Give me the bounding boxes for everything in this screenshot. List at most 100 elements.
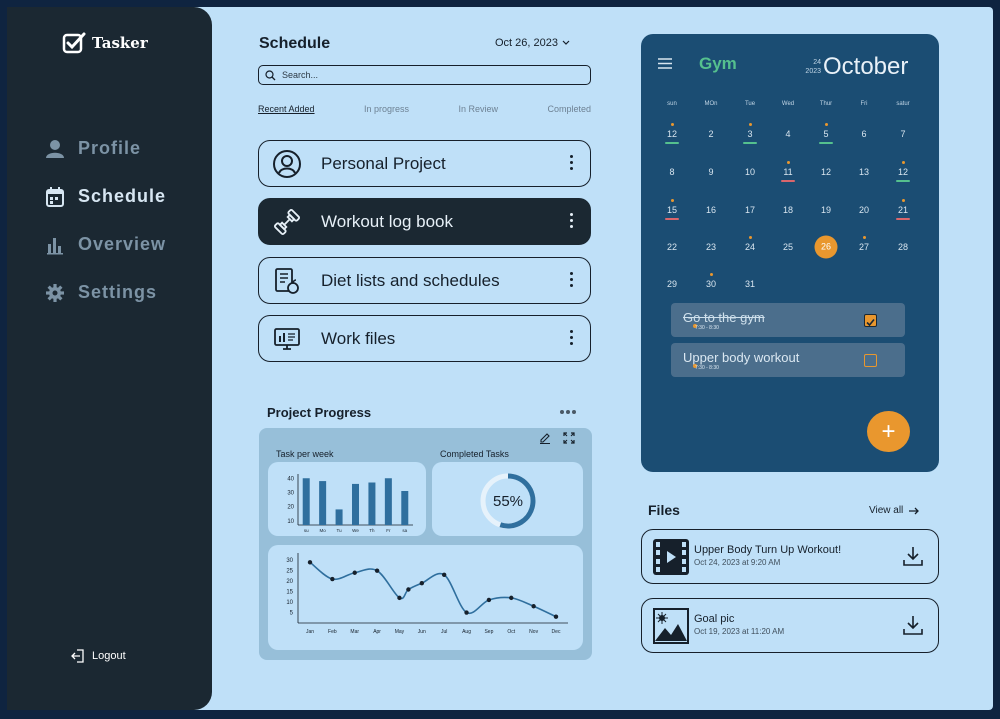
calendar-day-today[interactable]: 26 bbox=[814, 235, 838, 259]
calendar-date-small: 24 2023 bbox=[803, 58, 821, 76]
hamburger-menu-icon[interactable] bbox=[658, 58, 672, 69]
bar bbox=[352, 483, 359, 525]
tab-recent-added[interactable]: Recent Added bbox=[258, 104, 315, 114]
more-horizontal-icon[interactable] bbox=[560, 410, 576, 414]
event-bar bbox=[781, 180, 795, 182]
view-all-link[interactable]: View all bbox=[869, 505, 920, 516]
project-card-diet[interactable]: Diet lists and schedules bbox=[258, 257, 591, 304]
calendar-day[interactable]: 12 bbox=[816, 167, 836, 177]
calendar-day[interactable]: 7 bbox=[893, 129, 913, 139]
calendar-day[interactable]: 31 bbox=[740, 279, 760, 289]
day-number: 15 bbox=[666, 205, 677, 215]
date-picker[interactable]: Oct 26, 2023 bbox=[495, 37, 570, 49]
more-options-icon[interactable] bbox=[568, 155, 574, 170]
search-bar[interactable] bbox=[258, 65, 591, 85]
series-line bbox=[309, 561, 557, 618]
task-item[interactable]: Upper body workout 7:30 - 8:30 bbox=[671, 343, 905, 377]
day-number: 2 bbox=[708, 129, 714, 139]
file-item[interactable]: Upper Body Turn Up Workout! Oct 24, 2023… bbox=[641, 529, 939, 584]
y-tick-label: 20 bbox=[287, 505, 294, 511]
calendar-day[interactable]: 5 bbox=[816, 123, 836, 144]
search-input[interactable] bbox=[282, 70, 572, 80]
sidebar-item-settings[interactable]: Settings bbox=[44, 282, 157, 303]
data-point bbox=[374, 568, 380, 573]
calendar-day[interactable]: 11 bbox=[778, 161, 798, 182]
x-tick-label: Jun bbox=[418, 629, 426, 635]
more-options-icon[interactable] bbox=[568, 330, 574, 345]
calendar-day[interactable]: 22 bbox=[662, 242, 682, 252]
search-icon bbox=[265, 69, 276, 80]
sidebar-item-overview[interactable]: Overview bbox=[44, 234, 166, 255]
expand-icon[interactable] bbox=[563, 432, 575, 444]
calendar-day[interactable]: 19 bbox=[816, 205, 836, 215]
calendar-day[interactable]: 6 bbox=[854, 129, 874, 139]
y-tick-label: 15 bbox=[286, 590, 293, 596]
file-item[interactable]: Goal pic Oct 19, 2023 at 11:20 AM bbox=[641, 598, 939, 653]
event-bar bbox=[665, 142, 679, 144]
calendar-day[interactable]: 12 bbox=[662, 123, 682, 144]
day-small: 24 bbox=[813, 59, 821, 66]
sidebar-item-schedule[interactable]: Schedule bbox=[44, 186, 166, 207]
calendar-day[interactable]: 28 bbox=[893, 242, 913, 252]
edit-icon[interactable] bbox=[539, 432, 551, 444]
calendar-day[interactable]: 2 bbox=[701, 129, 721, 139]
calendar-day[interactable]: 8 bbox=[662, 167, 682, 177]
calendar-day[interactable]: 9 bbox=[701, 167, 721, 177]
sidebar-item-label: Profile bbox=[78, 138, 142, 158]
calendar-day[interactable]: 29 bbox=[662, 279, 682, 289]
more-options-icon[interactable] bbox=[568, 272, 574, 287]
logout-button[interactable]: Logout bbox=[70, 648, 126, 664]
calendar-day[interactable]: 4 bbox=[778, 129, 798, 139]
calendar-day[interactable]: 17 bbox=[740, 205, 760, 215]
data-point bbox=[330, 576, 335, 582]
more-options-icon[interactable] bbox=[568, 213, 574, 228]
calendar-day[interactable]: 10 bbox=[740, 167, 760, 177]
task-checkbox-checked[interactable] bbox=[864, 314, 877, 327]
task-item[interactable]: Go to the gym 7:30 - 8:30 bbox=[671, 303, 905, 337]
event-dot bbox=[709, 273, 713, 276]
calendar-day[interactable]: 13 bbox=[854, 167, 874, 177]
download-icon[interactable] bbox=[902, 614, 924, 636]
calendar-icon bbox=[46, 186, 64, 207]
bar-chart-icon bbox=[47, 237, 63, 254]
sidebar-item-profile[interactable]: Profile bbox=[44, 138, 141, 159]
year-small: 2023 bbox=[805, 68, 821, 75]
calendar-day[interactable]: 20 bbox=[854, 205, 874, 215]
tab-in-progress[interactable]: In progress bbox=[364, 104, 409, 114]
task-checkbox[interactable] bbox=[864, 354, 877, 367]
x-tick-label: Jan bbox=[306, 629, 314, 635]
calendar-day[interactable]: 25 bbox=[778, 242, 798, 252]
calendar-day[interactable]: 23 bbox=[701, 242, 721, 252]
project-card-workout[interactable]: Workout log book bbox=[258, 198, 591, 245]
calendar-day[interactable]: 3 bbox=[740, 123, 760, 144]
calendar-day[interactable]: 21 bbox=[893, 199, 913, 220]
gear-icon bbox=[46, 283, 64, 302]
data-point bbox=[531, 604, 536, 609]
calendar-day[interactable]: 16 bbox=[701, 205, 721, 215]
bar bbox=[335, 509, 343, 525]
calendar-day[interactable]: 24 bbox=[740, 236, 760, 252]
sidebar-item-label: Settings bbox=[78, 282, 158, 302]
x-tick-label: Th bbox=[369, 528, 375, 533]
calendar-month: October bbox=[823, 53, 909, 80]
project-card-personal[interactable]: Personal Project bbox=[258, 140, 591, 187]
calendar-day[interactable]: 30 bbox=[701, 273, 721, 289]
tab-completed[interactable]: Completed bbox=[547, 104, 591, 114]
download-icon[interactable] bbox=[902, 545, 924, 567]
calendar-day[interactable]: 27 bbox=[854, 236, 874, 252]
brand-name: Tasker bbox=[92, 34, 148, 52]
file-name: Upper Body Turn Up Workout! bbox=[694, 544, 842, 556]
calendar-day[interactable]: 12 bbox=[893, 161, 913, 182]
tab-in-review[interactable]: In Review bbox=[458, 104, 498, 114]
day-number: 5 bbox=[823, 129, 829, 139]
project-card-work-files[interactable]: Work files bbox=[258, 315, 591, 362]
brand-logo[interactable]: Tasker bbox=[62, 32, 148, 54]
day-number: 30 bbox=[705, 279, 716, 289]
add-task-button[interactable]: + bbox=[867, 411, 910, 452]
event-dot bbox=[748, 236, 752, 239]
day-number: 25 bbox=[782, 242, 793, 252]
day-number: 18 bbox=[782, 205, 793, 215]
calendar-day[interactable]: 18 bbox=[778, 205, 798, 215]
calendar-day[interactable]: 15 bbox=[662, 199, 682, 220]
logout-icon bbox=[71, 649, 84, 663]
